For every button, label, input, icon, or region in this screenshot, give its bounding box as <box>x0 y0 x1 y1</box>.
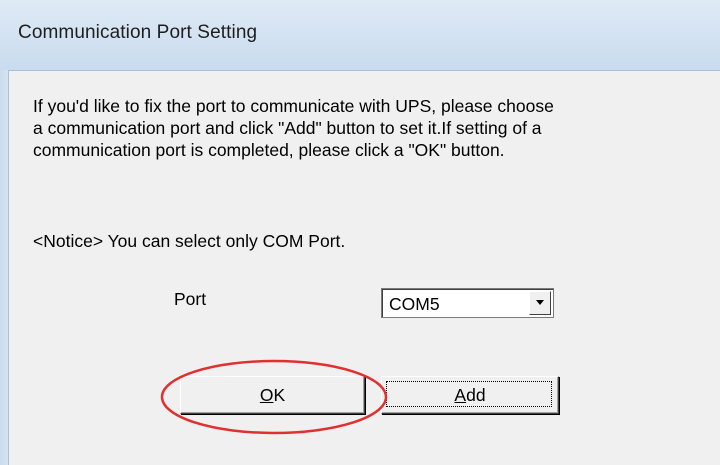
ok-mnemonic: O <box>259 385 274 405</box>
chevron-down-icon <box>536 300 544 305</box>
description-line-1: If you'd like to fix the port to communi… <box>33 96 554 116</box>
focus-rectangle <box>386 381 552 407</box>
add-button[interactable]: Add <box>381 376 559 414</box>
dialog-body: If you'd like to fix the port to communi… <box>9 71 720 465</box>
port-select-value: COM5 <box>389 294 440 314</box>
ok-button[interactable]: OK <box>180 376 365 414</box>
notice-text: <Notice> You can select only COM Port. <box>33 231 346 251</box>
port-dropdown-button[interactable] <box>529 291 551 315</box>
window-frame-left <box>0 70 9 465</box>
description-line-2: a communication port and click "Add" but… <box>33 118 542 138</box>
dialog-window: Communication Port Setting If you'd like… <box>0 0 720 465</box>
title-bar[interactable]: Communication Port Setting <box>0 0 720 71</box>
port-select[interactable]: COM5 <box>381 288 554 318</box>
window-title: Communication Port Setting <box>18 22 258 43</box>
description-line-3: communication port is completed, please … <box>33 140 505 160</box>
ok-label-rest: K <box>273 385 286 405</box>
description-text: If you'd like to fix the port to communi… <box>33 95 673 161</box>
port-label: Port <box>174 289 207 309</box>
